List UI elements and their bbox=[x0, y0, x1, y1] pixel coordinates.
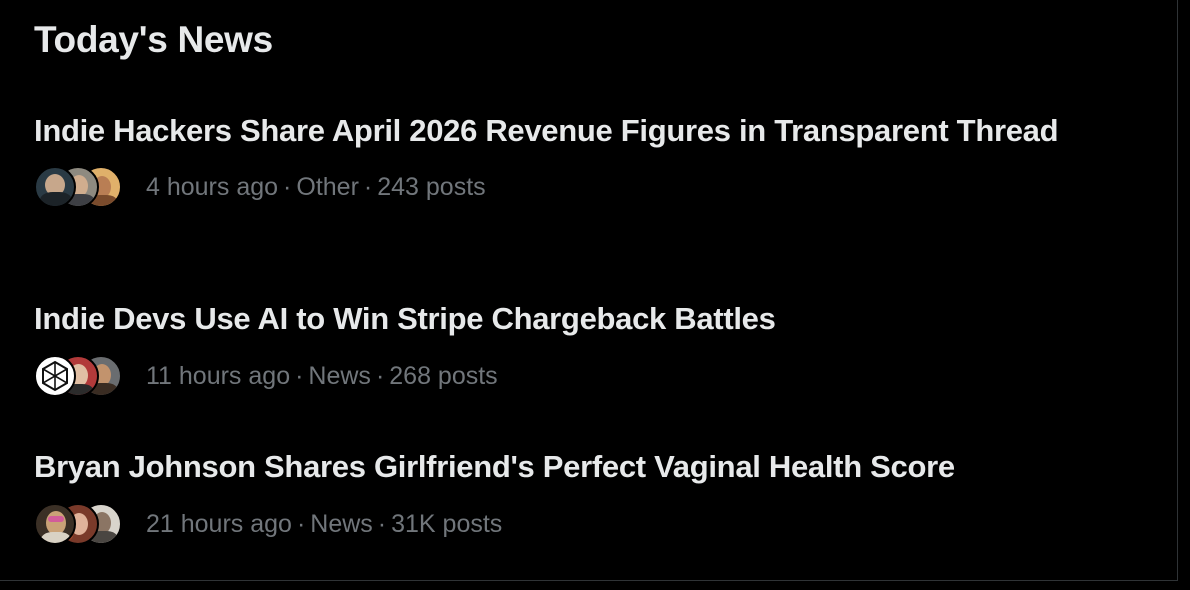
news-category: Other bbox=[296, 173, 359, 201]
separator-dot: · bbox=[363, 173, 373, 201]
geometric-logo-icon bbox=[42, 360, 68, 392]
separator-dot: · bbox=[375, 362, 385, 390]
news-item[interactable]: Bryan Johnson Shares Girlfriend's Perfec… bbox=[0, 446, 1178, 547]
separator-dot: · bbox=[377, 510, 387, 538]
news-time: 4 hours ago bbox=[146, 173, 279, 201]
news-meta-row: 4 hours ago · Other · 243 posts bbox=[34, 164, 1178, 210]
news-category: News bbox=[310, 510, 373, 538]
avatar-stack bbox=[34, 501, 134, 547]
avatar bbox=[34, 503, 76, 545]
news-time: 21 hours ago bbox=[146, 510, 292, 538]
news-post-count: 243 posts bbox=[377, 173, 486, 201]
separator-dot: · bbox=[295, 362, 304, 390]
news-headline[interactable]: Indie Hackers Share April 2026 Revenue F… bbox=[34, 110, 1094, 151]
news-meta: 21 hours ago · News · 31K posts bbox=[146, 509, 502, 539]
news-headline[interactable]: Bryan Johnson Shares Girlfriend's Perfec… bbox=[34, 446, 1094, 487]
avatar-stack bbox=[34, 353, 134, 399]
news-category: News bbox=[308, 362, 371, 390]
news-item[interactable]: Indie Devs Use AI to Win Stripe Chargeba… bbox=[0, 298, 1178, 399]
news-headline[interactable]: Indie Devs Use AI to Win Stripe Chargeba… bbox=[34, 298, 1094, 339]
todays-news-panel: Today's News Indie Hackers Share April 2… bbox=[0, 0, 1178, 581]
news-meta-row: 21 hours ago · News · 31K posts bbox=[34, 501, 1178, 547]
separator-dot: · bbox=[296, 510, 306, 538]
avatar bbox=[34, 166, 76, 208]
avatar bbox=[34, 355, 76, 397]
news-post-count: 31K posts bbox=[391, 510, 503, 538]
separator-dot: · bbox=[283, 173, 292, 201]
news-item[interactable]: Indie Hackers Share April 2026 Revenue F… bbox=[0, 110, 1178, 210]
section-title: Today's News bbox=[34, 19, 273, 60]
news-time: 11 hours ago bbox=[146, 362, 291, 390]
news-meta-row: 11 hours ago · News · 268 posts bbox=[34, 353, 1178, 399]
news-meta: 11 hours ago · News · 268 posts bbox=[146, 361, 498, 391]
news-post-count: 268 posts bbox=[389, 362, 498, 390]
avatar-stack bbox=[34, 164, 134, 210]
news-meta: 4 hours ago · Other · 243 posts bbox=[146, 172, 486, 202]
